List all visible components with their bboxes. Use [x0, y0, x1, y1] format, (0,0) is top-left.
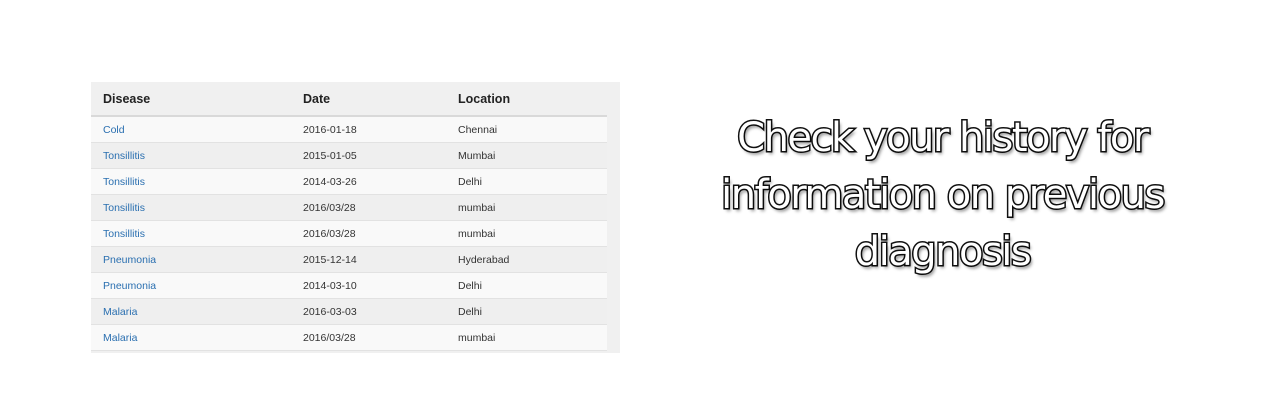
disease-link[interactable]: Tonsillitis — [103, 150, 145, 162]
disease-link[interactable]: Pneumonia — [103, 280, 156, 292]
disease-cell: Pneumonia — [91, 272, 291, 299]
date-cell: 2016/03/28 — [291, 220, 446, 247]
column-header-disease: Disease — [91, 82, 291, 117]
page: Disease Date Location Cold 2016-01-18 Ch… — [0, 0, 1280, 400]
table-row: Tonsillitis 2014-03-26 Delhi — [91, 168, 607, 195]
disease-link[interactable]: Pneumonia — [103, 254, 156, 266]
date-cell: 2015-01-05 — [291, 142, 446, 169]
table-row: Pneumonia 2015-12-14 Hyderabad — [91, 246, 607, 273]
disease-cell: Malaria — [91, 298, 291, 325]
date-cell: 2016-03-03 — [291, 298, 446, 325]
disease-link[interactable]: Tonsillitis — [103, 202, 145, 214]
table-row: Cold 2016-01-18 Chennai — [91, 116, 607, 143]
disease-cell: Tonsillitis — [91, 142, 291, 169]
date-cell: 2016/03/28 — [291, 324, 446, 351]
disease-link[interactable]: Malaria — [103, 306, 137, 318]
location-cell: Chennai — [446, 116, 607, 143]
date-cell: 2014-03-26 — [291, 168, 446, 195]
location-cell: Delhi — [446, 168, 607, 195]
disease-link[interactable]: Tonsillitis — [103, 176, 145, 188]
column-header-location: Location — [446, 82, 607, 117]
location-cell: mumbai — [446, 324, 607, 351]
table-row: Tonsillitis 2015-01-05 Mumbai — [91, 142, 607, 169]
disease-link[interactable]: Cold — [103, 124, 125, 136]
history-table: Disease Date Location Cold 2016-01-18 Ch… — [91, 82, 607, 351]
disease-cell: Pneumonia — [91, 246, 291, 273]
disease-cell: Tonsillitis — [91, 168, 291, 195]
table-row: Malaria 2016-03-03 Delhi — [91, 298, 607, 325]
history-table-panel: Disease Date Location Cold 2016-01-18 Ch… — [91, 82, 620, 353]
location-cell: mumbai — [446, 194, 607, 221]
table-row: Pneumonia 2014-03-10 Delhi — [91, 272, 607, 299]
disease-link[interactable]: Tonsillitis — [103, 228, 145, 240]
location-cell: Hyderabad — [446, 246, 607, 273]
date-cell: 2016/03/28 — [291, 194, 446, 221]
column-header-date: Date — [291, 82, 446, 117]
disease-cell: Malaria — [91, 324, 291, 351]
location-cell: Delhi — [446, 272, 607, 299]
disease-cell: Tonsillitis — [91, 194, 291, 221]
promo-caption: Check your history for information on pr… — [720, 114, 1167, 277]
location-cell: mumbai — [446, 220, 607, 247]
disease-cell: Cold — [91, 116, 291, 143]
date-cell: 2015-12-14 — [291, 246, 446, 273]
disease-cell: Tonsillitis — [91, 220, 291, 247]
table-row: Malaria 2016/03/28 mumbai — [91, 324, 607, 351]
date-cell: 2016-01-18 — [291, 116, 446, 143]
disease-link[interactable]: Malaria — [103, 332, 137, 344]
table-row: Tonsillitis 2016/03/28 mumbai — [91, 220, 607, 247]
location-cell: Delhi — [446, 298, 607, 325]
table-row: Tonsillitis 2016/03/28 mumbai — [91, 194, 607, 221]
table-header-row: Disease Date Location — [91, 82, 607, 117]
date-cell: 2014-03-10 — [291, 272, 446, 299]
location-cell: Mumbai — [446, 142, 607, 169]
